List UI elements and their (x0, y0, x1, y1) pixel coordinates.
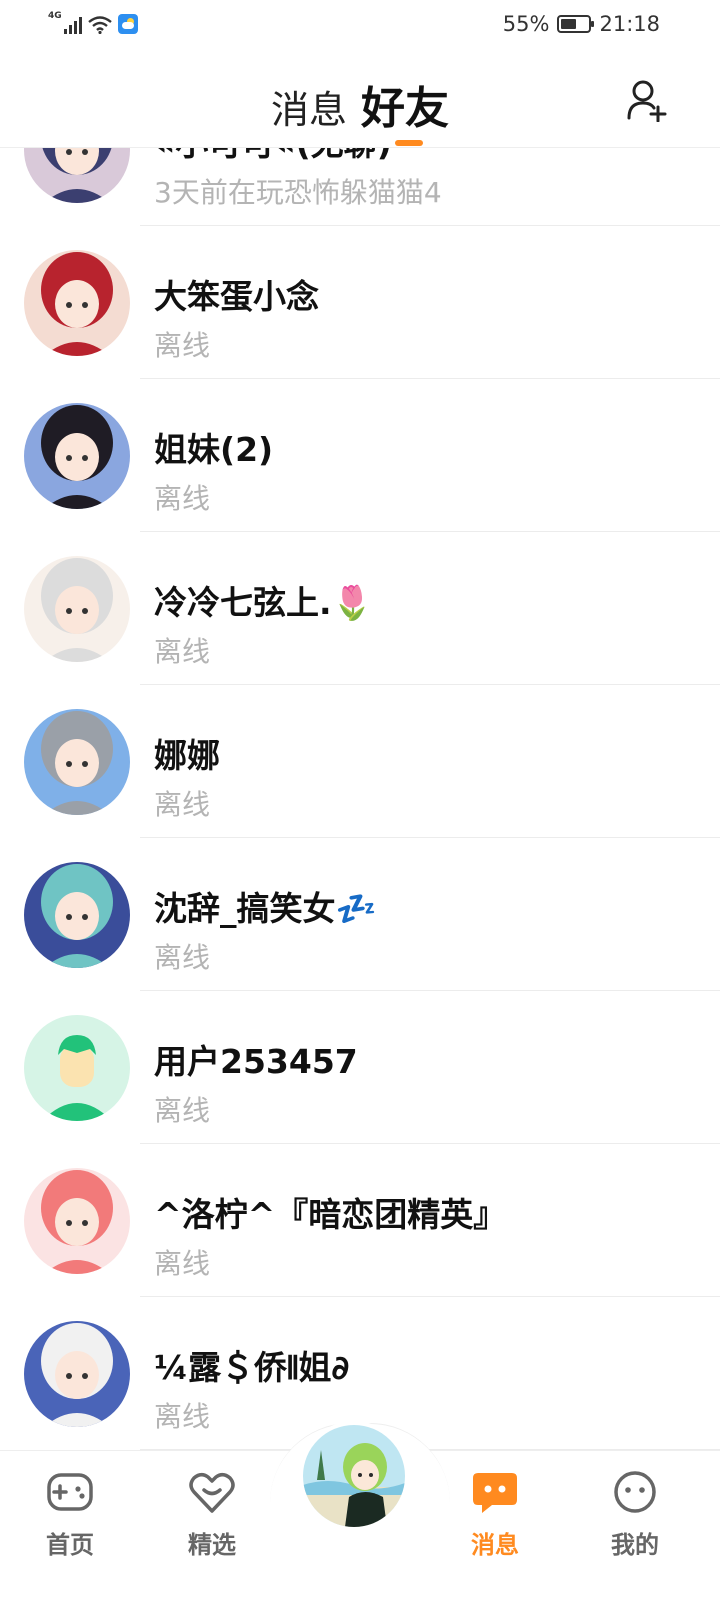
battery-icon (557, 15, 595, 33)
friend-name: 冷冷七弦上.🌷 (154, 583, 373, 622)
friend-avatar[interactable] (24, 1321, 130, 1427)
gamepad-icon (47, 1473, 93, 1511)
friend-avatar[interactable] (24, 1168, 130, 1274)
center-avatar-button[interactable] (299, 1421, 409, 1531)
nav-profile-label: 我的 (611, 1531, 659, 1559)
friend-avatar[interactable] (24, 148, 130, 203)
friend-row[interactable]: 大笨蛋小念 离线 (0, 226, 720, 379)
bottom-nav: 首页 精选 消息 我的 (0, 1421, 720, 1600)
nav-featured-label: 精选 (188, 1531, 236, 1559)
nav-home-label: 首页 (46, 1531, 94, 1559)
friend-status: 离线 (154, 941, 211, 974)
friend-status: 离线 (154, 1094, 211, 1127)
avatar-image (24, 148, 130, 203)
friend-status: 3天前在玩恐怖躲猫猫4 (154, 176, 442, 209)
friend-row[interactable]: 用户253457 离线 (0, 991, 720, 1144)
friend-avatar[interactable] (24, 250, 130, 356)
nav-profile[interactable]: 我的 (580, 1469, 690, 1560)
friend-list-inner: «小可可«(无聊)3天前在玩恐怖躲猫猫4大笨蛋小念离线姐妹(2)离线冷冷七弦上.… (0, 148, 720, 1450)
nav-home[interactable]: 首页 (15, 1469, 125, 1560)
status-bar-right: 55% 21:18 (503, 12, 660, 36)
add-friend-icon[interactable] (626, 78, 670, 122)
tab-friends[interactable]: 好友 (361, 72, 449, 136)
avatar-image (24, 556, 130, 662)
header: 消息 好友 (0, 50, 720, 148)
weather-icon (117, 14, 138, 34)
friend-name: ¼露＄侨𝍪姐∂ (154, 1348, 350, 1387)
friend-avatar[interactable] (24, 862, 130, 968)
avatar-image (24, 250, 130, 356)
wifi-icon (87, 16, 112, 34)
friend-name: 用户253457 (154, 1042, 358, 1081)
avatar-image (24, 862, 130, 968)
friend-row[interactable]: «小可可«(无聊) 3天前在玩恐怖躲猫猫4 (0, 148, 720, 226)
tab-messages[interactable]: 消息 (271, 79, 347, 134)
friend-name: 姐妹(2) (154, 430, 274, 469)
battery-percent: 55% (502, 12, 550, 36)
avatar-image (24, 709, 130, 815)
center-avatar-image (303, 1425, 405, 1527)
nav-featured[interactable]: 精选 (157, 1469, 267, 1560)
avatar-image (24, 403, 130, 509)
header-tabs: 消息 好友 (0, 72, 720, 136)
friend-row[interactable]: 姐妹(2) 离线 (0, 379, 720, 532)
clock: 21:18 (599, 12, 660, 36)
friend-row[interactable]: 娜娜 离线 (0, 685, 720, 838)
heart-icon (189, 1473, 235, 1513)
friend-name: 沈辞_搞笑女💤 (154, 889, 377, 928)
active-tab-indicator (395, 140, 423, 146)
nav-messages[interactable]: 消息 (440, 1469, 550, 1560)
friend-avatar[interactable] (24, 556, 130, 662)
avatar-image (24, 1168, 130, 1274)
friend-status: 离线 (154, 329, 211, 362)
friend-row[interactable]: 沈辞_搞笑女💤 离线 (0, 838, 720, 991)
smiley-face-icon (614, 1471, 656, 1513)
friend-name: ^洛柠^『暗恋团精英』 (154, 1195, 507, 1234)
default-user-avatar (24, 1015, 130, 1121)
friend-list[interactable]: «小可可«(无聊)3天前在玩恐怖躲猫猫4大笨蛋小念离线姐妹(2)离线冷冷七弦上.… (0, 148, 720, 1450)
avatar-image (24, 1321, 130, 1427)
friend-status: 离线 (154, 482, 211, 515)
friend-status: 离线 (154, 635, 211, 668)
friend-status: 离线 (154, 1400, 211, 1433)
friend-avatar[interactable] (24, 1015, 130, 1121)
friend-row[interactable]: ^洛柠^『暗恋团精英』离线 (0, 1144, 720, 1297)
chat-bubble-icon (473, 1473, 517, 1513)
friend-name: «小可可«(无聊) (154, 148, 392, 165)
friend-status: 离线 (154, 788, 211, 821)
friend-name: 大笨蛋小念 (154, 277, 319, 316)
friend-name: 娜娜 (154, 736, 220, 775)
status-bar-left: 4G (48, 12, 138, 34)
status-bar: 4G 55% 21:18 (0, 0, 720, 50)
nav-messages-label: 消息 (471, 1531, 519, 1559)
signal-icon (63, 16, 82, 34)
friend-avatar[interactable] (24, 709, 130, 815)
friend-avatar[interactable] (24, 403, 130, 509)
network-type: 4G (48, 11, 62, 21)
friend-status: 离线 (154, 1247, 211, 1280)
friend-row[interactable]: 冷冷七弦上.🌷 离线 (0, 532, 720, 685)
